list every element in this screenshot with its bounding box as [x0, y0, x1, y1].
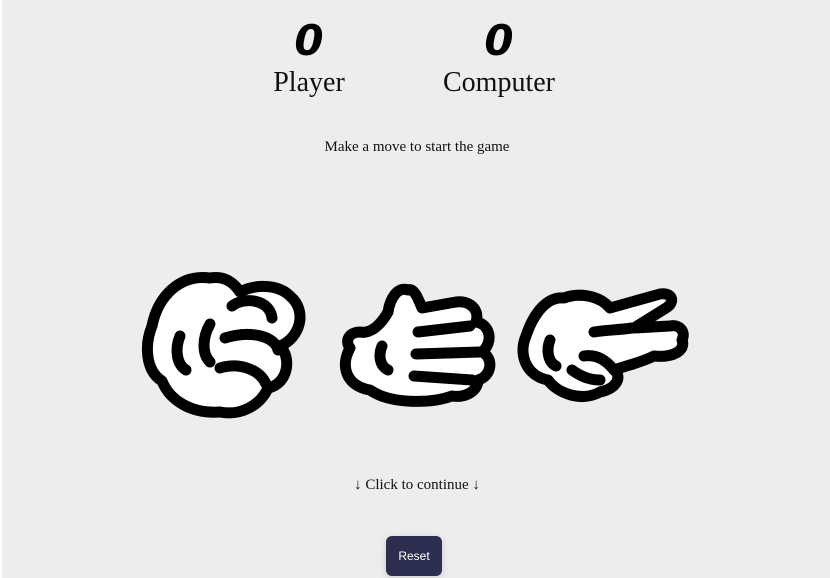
- computer-score-value: 0: [484, 18, 513, 60]
- scissors-move-button[interactable]: [514, 284, 690, 409]
- svg-text:0: 0: [484, 18, 513, 60]
- rock-move-button[interactable]: [140, 266, 315, 426]
- rock-hand-icon: [141, 272, 306, 419]
- computer-label: Computer: [443, 67, 555, 98]
- reset-button[interactable]: Reset: [386, 536, 442, 576]
- player-label: Player: [273, 67, 345, 98]
- move-choices: [140, 266, 690, 426]
- player-score-value: 0: [294, 18, 323, 60]
- player-score-panel: 0 Player: [229, 18, 389, 100]
- svg-text:0: 0: [294, 18, 323, 60]
- scissors-hand-icon: [517, 288, 689, 402]
- game-page: 0 Player 0 Computer Make a move to start…: [0, 0, 830, 578]
- continue-prompt[interactable]: ↓ Click to continue ↓: [2, 477, 830, 494]
- paper-move-button[interactable]: [330, 276, 500, 416]
- status-message: Make a move to start the game: [324, 139, 510, 155]
- computer-score-panel: 0 Computer: [419, 18, 579, 100]
- paper-hand-icon: [339, 283, 496, 407]
